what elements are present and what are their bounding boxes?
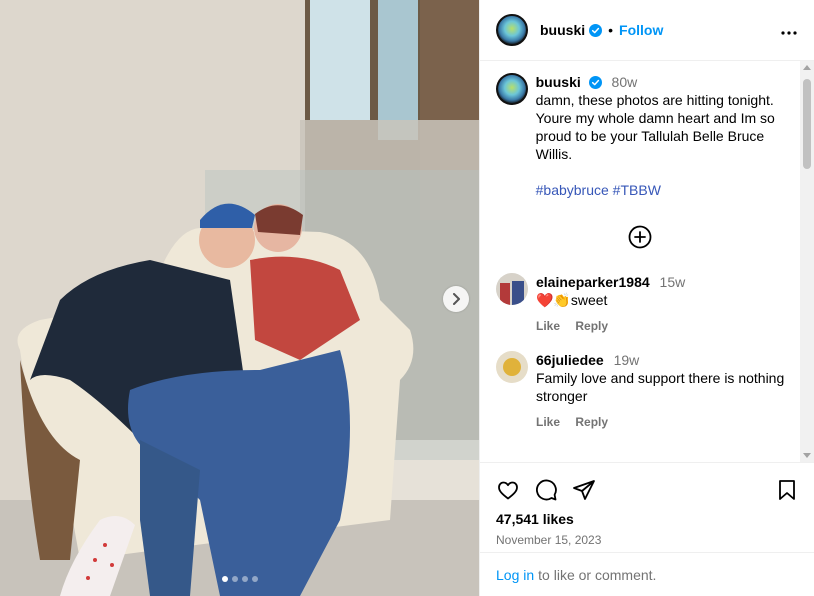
comment-emoji: ❤️👏 [536, 292, 571, 308]
comment-button[interactable] [534, 478, 558, 502]
post-side-panel: buuski • Follow buuski 80w damn, these p… [479, 0, 814, 596]
comments-scrollbar[interactable] [800, 61, 814, 462]
login-link[interactable]: Log in [496, 567, 534, 583]
post-photo[interactable] [0, 0, 479, 596]
scroll-up-icon[interactable] [803, 65, 811, 70]
carousel-dot [251, 576, 258, 582]
comment-time: 19w [613, 352, 640, 368]
likes-count[interactable]: 47,541 likes [496, 511, 798, 527]
post-date[interactable]: November 15, 2023 [496, 533, 798, 547]
comment-body: elaineparker1984 15w ❤️👏sweet Like Reply [536, 273, 786, 335]
save-icon [779, 480, 795, 500]
header-separator: • [608, 22, 614, 38]
caption-time: 80w [611, 74, 638, 90]
load-more-comments-button[interactable] [496, 225, 784, 249]
author-username[interactable]: buuski [540, 22, 585, 38]
caption: buuski 80w damn, these photos are hittin… [496, 73, 798, 199]
share-icon [573, 480, 595, 500]
caption-avatar[interactable] [496, 73, 528, 105]
caption-hashtags[interactable]: #babybruce #TBBW [536, 181, 798, 199]
comment-username[interactable]: elaineparker1984 [536, 274, 650, 290]
comment-text: Family love and support there is nothing… [536, 370, 785, 404]
instagram-post-view: buuski • Follow buuski 80w damn, these p… [0, 0, 814, 596]
scroll-down-icon[interactable] [803, 453, 811, 458]
comment-actions: Like Reply [536, 413, 786, 431]
reply-comment-button[interactable]: Reply [575, 319, 608, 333]
commenter-avatar[interactable] [496, 273, 528, 305]
caption-body: buuski 80w damn, these photos are hittin… [536, 73, 798, 199]
add-comment-icon [628, 225, 652, 249]
comments-section[interactable]: buuski 80w damn, these photos are hittin… [480, 61, 814, 462]
commenter-avatar[interactable] [496, 351, 528, 383]
like-comment-button[interactable]: Like [536, 319, 560, 333]
commenter-avatar-image [496, 351, 528, 383]
carousel-dot [241, 576, 248, 582]
heart-icon [498, 481, 518, 500]
more-icon [781, 30, 797, 35]
post-footer: 47,541 likes November 15, 2023 Log in to… [480, 462, 814, 596]
comment-item: elaineparker1984 15w ❤️👏sweet Like Reply [496, 273, 798, 335]
comment-icon [536, 479, 557, 501]
comment-username[interactable]: 66juliedee [536, 352, 604, 368]
like-button[interactable] [496, 478, 520, 502]
comment-item: 66juliedee 19w Family love and support t… [496, 351, 798, 431]
action-bar [496, 475, 798, 505]
scrollbar-thumb[interactable] [803, 79, 811, 169]
like-comment-button[interactable]: Like [536, 415, 560, 429]
carousel-dot [221, 576, 228, 582]
comment-time: 15w [659, 274, 686, 290]
post-header: buuski • Follow [480, 0, 814, 61]
reply-comment-button[interactable]: Reply [575, 415, 608, 429]
comment-text: sweet [570, 292, 608, 308]
caption-text: damn, these photos are hitting tonight. … [535, 92, 775, 162]
next-arrow-icon [453, 293, 460, 305]
carousel-dots [0, 576, 479, 582]
follow-button[interactable]: Follow [619, 22, 663, 38]
save-button[interactable] [776, 478, 798, 502]
photo-image [0, 0, 479, 596]
commenter-avatar-image [496, 273, 528, 305]
caption-username[interactable]: buuski [536, 74, 581, 90]
carousel-dot [231, 576, 238, 582]
login-prompt: Log in to like or comment. [480, 552, 814, 596]
author-avatar[interactable] [496, 14, 528, 46]
next-photo-button[interactable] [443, 286, 469, 312]
verified-icon [588, 76, 602, 89]
comment-actions: Like Reply [536, 317, 786, 335]
more-options-button[interactable] [780, 20, 798, 41]
verified-icon [589, 23, 603, 37]
comment-body: 66juliedee 19w Family love and support t… [536, 351, 786, 431]
share-button[interactable] [572, 478, 596, 502]
login-suffix: to like or comment. [538, 566, 657, 583]
